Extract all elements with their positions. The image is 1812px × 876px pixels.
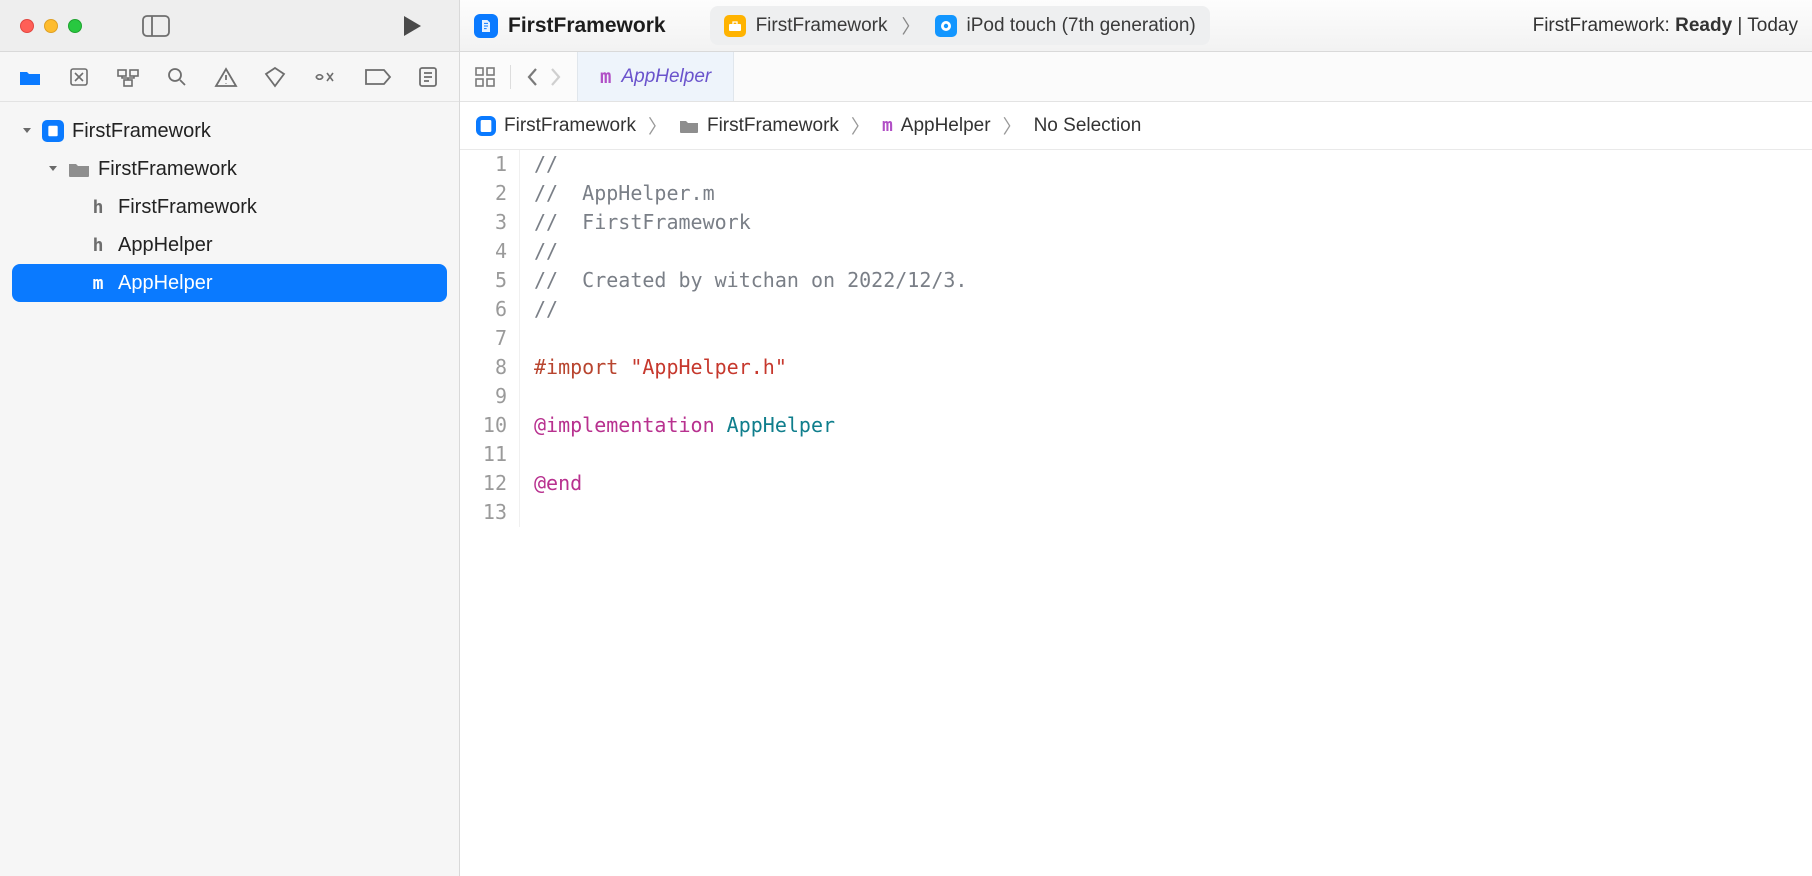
code-line[interactable]: //	[520, 295, 1812, 324]
scheme-selector[interactable]: FirstFramework 〉 iPod touch (7th generat…	[710, 6, 1210, 45]
file-type-icon: m	[882, 115, 893, 136]
titlebar-left	[0, 0, 460, 51]
navigator-tabs	[0, 52, 459, 102]
tree-label: FirstFramework	[98, 158, 237, 181]
disclosure-icon[interactable]	[46, 163, 60, 175]
symbol-navigator-tab[interactable]	[116, 66, 140, 88]
line-number: 11	[460, 440, 520, 469]
line-number: 10	[460, 411, 520, 440]
history-back-button[interactable]	[525, 66, 539, 88]
jump-bar[interactable]: FirstFramework 〉 FirstFramework 〉 m AppH…	[460, 102, 1812, 150]
line-number: 6	[460, 295, 520, 324]
tab-filename: AppHelper	[621, 66, 711, 88]
project-icon	[42, 120, 64, 142]
file-tree: FirstFramework FirstFramework h FirstFra…	[0, 102, 459, 312]
history-forward-button[interactable]	[549, 66, 563, 88]
debug-navigator-tab[interactable]	[312, 67, 338, 87]
line-number: 12	[460, 469, 520, 498]
line-number: 4	[460, 237, 520, 266]
scheme-device-icon	[935, 15, 957, 37]
run-button[interactable]	[401, 14, 423, 38]
line-number: 8	[460, 353, 520, 382]
separator	[510, 65, 511, 89]
source-control-navigator-tab[interactable]	[68, 66, 90, 88]
line-number: 7	[460, 324, 520, 353]
code-line[interactable]: // FirstFramework	[520, 208, 1812, 237]
project-icon	[474, 14, 498, 38]
scheme-target-icon	[724, 15, 746, 37]
tree-file-row[interactable]: h AppHelper	[0, 226, 459, 264]
titlebar: FirstFramework FirstFramework 〉 iPod tou…	[0, 0, 1812, 52]
jumpbar-file[interactable]: m AppHelper	[882, 115, 991, 137]
line-number: 9	[460, 382, 520, 411]
jumpbar-selection[interactable]: No Selection	[1034, 115, 1142, 137]
code-line[interactable]	[520, 498, 1812, 527]
issue-navigator-tab[interactable]	[214, 66, 238, 88]
line-number: 3	[460, 208, 520, 237]
code-line[interactable]: @end	[520, 469, 1812, 498]
code-line[interactable]	[520, 324, 1812, 353]
line-number: 2	[460, 179, 520, 208]
line-number: 13	[460, 498, 520, 527]
close-window-button[interactable]	[20, 19, 34, 33]
breakpoint-navigator-tab[interactable]	[364, 68, 392, 86]
editor-area: m AppHelper FirstFramework 〉 FirstFramew…	[460, 52, 1812, 876]
line-number: 1	[460, 150, 520, 179]
scheme-target: FirstFramework	[756, 15, 888, 37]
window-controls	[20, 19, 82, 33]
code-editor[interactable]: 1//2// AppHelper.m3// FirstFramework4//5…	[460, 150, 1812, 876]
titlebar-main: FirstFramework FirstFramework 〉 iPod tou…	[460, 0, 1812, 51]
code-line[interactable]: @implementation AppHelper	[520, 411, 1812, 440]
chevron-right-icon: 〉	[1003, 112, 1022, 139]
project-icon	[476, 116, 496, 136]
code-line[interactable]: // Created by witchan on 2022/12/3.	[520, 266, 1812, 295]
tree-group-row[interactable]: FirstFramework	[0, 150, 459, 188]
jumpbar-group[interactable]: FirstFramework	[679, 115, 839, 137]
find-navigator-tab[interactable]	[166, 66, 188, 88]
file-type-icon: m	[600, 66, 611, 88]
chevron-right-icon: 〉	[648, 112, 667, 139]
folder-icon	[679, 118, 699, 134]
project-navigator-tab[interactable]	[18, 67, 42, 87]
tree-file-row[interactable]: m AppHelper	[12, 264, 447, 302]
h-file-icon: h	[86, 235, 110, 256]
zoom-window-button[interactable]	[68, 19, 82, 33]
disclosure-icon[interactable]	[20, 125, 34, 137]
tree-label: FirstFramework	[118, 196, 257, 219]
editor-tabbar: m AppHelper	[460, 52, 1812, 102]
jumpbar-project[interactable]: FirstFramework	[476, 115, 636, 137]
tree-label: FirstFramework	[72, 120, 211, 143]
project-name: FirstFramework	[508, 14, 666, 38]
code-line[interactable]: //	[520, 150, 1812, 179]
folder-icon	[68, 161, 90, 178]
h-file-icon: h	[86, 197, 110, 218]
test-navigator-tab[interactable]	[264, 66, 286, 88]
toggle-navigator-button[interactable]	[142, 15, 170, 37]
chevron-right-icon: 〉	[902, 12, 921, 39]
code-line[interactable]: #import "AppHelper.h"	[520, 353, 1812, 382]
code-line[interactable]	[520, 440, 1812, 469]
tree-label: AppHelper	[118, 234, 213, 257]
tree-label: AppHelper	[118, 272, 213, 295]
activity-status: FirstFramework: Ready | Today	[1533, 15, 1798, 37]
chevron-right-icon: 〉	[851, 112, 870, 139]
line-number: 5	[460, 266, 520, 295]
minimize-window-button[interactable]	[44, 19, 58, 33]
navigator-sidebar: FirstFramework FirstFramework h FirstFra…	[0, 52, 460, 876]
project-chip[interactable]: FirstFramework	[474, 14, 666, 38]
report-navigator-tab[interactable]	[418, 66, 438, 88]
tree-file-row[interactable]: h FirstFramework	[0, 188, 459, 226]
code-line[interactable]	[520, 382, 1812, 411]
tree-project-row[interactable]: FirstFramework	[0, 112, 459, 150]
editor-file-tab[interactable]: m AppHelper	[577, 52, 734, 101]
scheme-device: iPod touch (7th generation)	[967, 15, 1196, 37]
code-line[interactable]: //	[520, 237, 1812, 266]
editor-tab-tools	[460, 52, 577, 101]
m-file-icon: m	[86, 273, 110, 294]
related-items-button[interactable]	[474, 66, 496, 88]
code-line[interactable]: // AppHelper.m	[520, 179, 1812, 208]
